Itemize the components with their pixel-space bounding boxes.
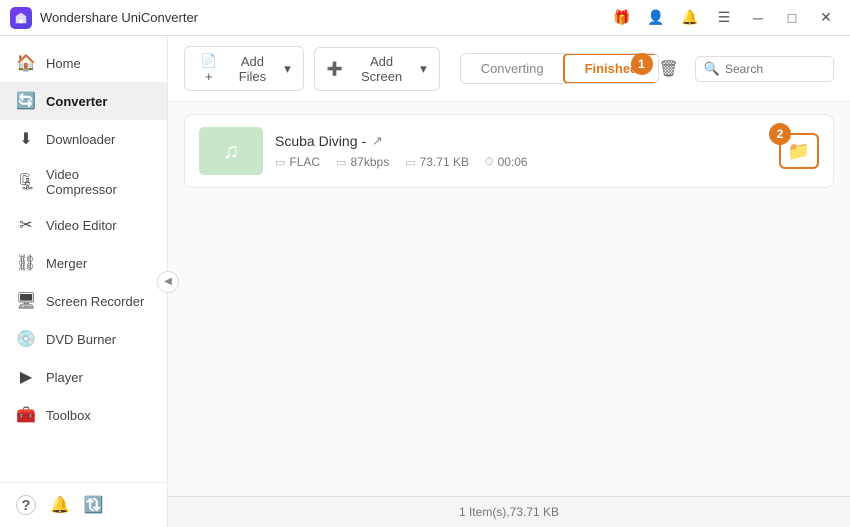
merger-icon: ⛓	[16, 253, 36, 273]
music-note-icon: ♫	[223, 138, 240, 164]
file-meta: ▭ FLAC ▭ 87kbps ▭ 73.71 KB ⏱	[275, 155, 767, 169]
folder-btn-wrapper: 2 📁	[779, 133, 819, 169]
toolbar-right: 🗑 🔍	[651, 54, 835, 84]
sidebar-label-home: Home	[46, 56, 81, 71]
search-input[interactable]	[725, 62, 825, 76]
duration-icon: ⏱	[485, 156, 494, 169]
sidebar-item-merger[interactable]: ⛓ Merger	[0, 244, 167, 282]
tab-converting[interactable]: Converting	[461, 54, 564, 83]
titlebar: Wondershare UniConverter 🎁 👤 🔔 ☰ ─ □ ✕	[0, 0, 850, 36]
add-files-icon: 📄+	[197, 53, 221, 84]
sidebar-item-downloader[interactable]: ⬇ Downloader	[0, 120, 167, 158]
open-external-icon[interactable]: ↗	[372, 133, 383, 149]
add-screen-chevron: ▾	[420, 61, 427, 77]
sidebar-label-player: Player	[46, 370, 83, 385]
menu-icon[interactable]: ☰	[710, 4, 738, 32]
sidebar-footer: ? 🔔 🔃	[0, 482, 167, 527]
status-text: 1 Item(s),73.71 KB	[459, 505, 559, 519]
sidebar-label-recorder: Screen Recorder	[46, 294, 144, 309]
compressor-icon: 🗜	[16, 172, 36, 192]
sidebar-item-video-editor[interactable]: ✂ Video Editor	[0, 206, 167, 244]
sidebar-label-toolbox: Toolbox	[46, 408, 91, 423]
toolbox-icon: 🧰	[16, 405, 36, 425]
sidebar-label-converter: Converter	[46, 94, 107, 109]
file-bitrate-item: ▭ 87kbps	[336, 155, 389, 169]
sidebar-item-home[interactable]: 🏠 Home	[0, 44, 167, 82]
sidebar-label-merger: Merger	[46, 256, 87, 271]
sidebar-item-toolbox[interactable]: 🧰 Toolbox	[0, 396, 167, 434]
sidebar: 🏠 Home 🔄 Converter ⬇ Downloader 🗜 Video …	[0, 36, 168, 527]
sidebar-nav: 🏠 Home 🔄 Converter ⬇ Downloader 🗜 Video …	[0, 36, 167, 482]
bell-icon[interactable]: 🔔	[50, 495, 70, 515]
add-screen-button[interactable]: ➕ Add Screen ▾	[314, 47, 440, 91]
app-icon	[10, 7, 32, 29]
file-badge: 2	[769, 123, 791, 145]
file-size: 73.71 KB	[420, 155, 469, 169]
notification-icon[interactable]: 🔔	[676, 4, 704, 32]
sidebar-item-dvd-burner[interactable]: 💿 DVD Burner	[0, 320, 167, 358]
home-icon: 🏠	[16, 53, 36, 73]
format-icon: ▭	[275, 156, 285, 169]
maximize-button[interactable]: □	[778, 8, 806, 28]
help-icon[interactable]: ?	[16, 495, 36, 515]
folder-icon: 📁	[788, 141, 810, 162]
refresh-icon[interactable]: 🔃	[84, 495, 104, 515]
minimize-button[interactable]: ─	[744, 8, 772, 28]
add-files-button[interactable]: 📄+ Add Files ▾	[184, 46, 304, 91]
dvd-icon: 💿	[16, 329, 36, 349]
bitrate-icon: ▭	[336, 156, 346, 169]
delete-all-button[interactable]: 🗑	[651, 54, 687, 84]
sidebar-item-video-compressor[interactable]: 🗜 Video Compressor	[0, 158, 167, 206]
tab-group: Converting Finished	[460, 53, 659, 84]
main-layout: 🏠 Home 🔄 Converter ⬇ Downloader 🗜 Video …	[0, 36, 850, 527]
file-format-item: ▭ FLAC	[275, 155, 320, 169]
file-actions: 2 📁	[779, 133, 819, 169]
titlebar-controls: 🎁 👤 🔔 ☰ ─ □ ✕	[608, 4, 840, 32]
search-box: 🔍	[695, 56, 834, 82]
tab-finished[interactable]: Finished	[563, 53, 659, 84]
file-bitrate: 87kbps	[351, 155, 390, 169]
file-name-row: Scuba Diving - ↗	[275, 133, 767, 149]
sidebar-item-screen-recorder[interactable]: 🖥 Screen Recorder	[0, 282, 167, 320]
sidebar-label-dvd: DVD Burner	[46, 332, 116, 347]
file-list: ♫ Scuba Diving - ↗ ▭ FLAC ▭ 87	[168, 102, 850, 496]
add-files-label: Add Files	[226, 54, 280, 84]
toolbar: 📄+ Add Files ▾ ➕ Add Screen ▾ Converting…	[168, 36, 850, 102]
search-icon: 🔍	[704, 61, 720, 77]
file-duration: 00:06	[498, 155, 528, 169]
table-row: ♫ Scuba Diving - ↗ ▭ FLAC ▭ 87	[184, 114, 834, 188]
sidebar-label-compressor: Video Compressor	[46, 167, 151, 197]
file-name: Scuba Diving -	[275, 133, 366, 149]
file-thumbnail: ♫	[199, 127, 263, 175]
size-icon: ▭	[405, 156, 415, 169]
sidebar-label-editor: Video Editor	[46, 218, 117, 233]
editor-icon: ✂	[16, 215, 36, 235]
content-area: 📄+ Add Files ▾ ➕ Add Screen ▾ Converting…	[168, 36, 850, 527]
close-button[interactable]: ✕	[812, 8, 840, 28]
statusbar: 1 Item(s),73.71 KB	[168, 496, 850, 527]
collapse-sidebar-button[interactable]: ◀	[157, 271, 179, 293]
add-files-chevron: ▾	[284, 61, 291, 77]
sidebar-item-converter[interactable]: 🔄 Converter	[0, 82, 167, 120]
gift-icon[interactable]: 🎁	[608, 4, 636, 32]
file-format: FLAC	[289, 155, 320, 169]
sidebar-label-downloader: Downloader	[46, 132, 115, 147]
downloader-icon: ⬇	[16, 129, 36, 149]
converter-icon: 🔄	[16, 91, 36, 111]
file-duration-item: ⏱ 00:06	[485, 155, 528, 169]
player-icon: ▶	[16, 367, 36, 387]
recorder-icon: 🖥	[16, 291, 36, 311]
file-size-item: ▭ 73.71 KB	[405, 155, 469, 169]
add-screen-icon: ➕	[327, 61, 343, 77]
app-title: Wondershare UniConverter	[40, 10, 198, 25]
add-screen-label: Add Screen	[348, 54, 415, 84]
file-info: Scuba Diving - ↗ ▭ FLAC ▭ 87kbps	[275, 133, 767, 169]
user-icon[interactable]: 👤	[642, 4, 670, 32]
titlebar-left: Wondershare UniConverter	[10, 7, 198, 29]
sidebar-item-player[interactable]: ▶ Player	[0, 358, 167, 396]
